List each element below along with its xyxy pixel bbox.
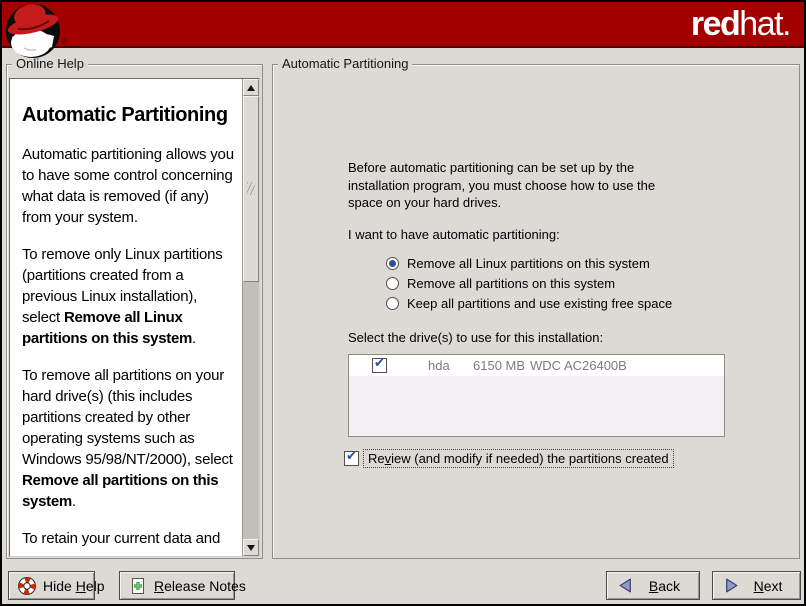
- review-label-pre: Re: [368, 451, 385, 466]
- lifebuoy-icon: [17, 576, 37, 596]
- radio-option[interactable]: Remove all partitions on this system: [386, 273, 672, 293]
- back-label: Back: [640, 578, 689, 594]
- scroll-down-arrow-icon[interactable]: [243, 539, 259, 556]
- next-label: Next: [746, 578, 790, 594]
- help-paragraph: Automatic partitioning allows you to hav…: [22, 144, 239, 228]
- hide-help-button[interactable]: Hide Help: [8, 571, 95, 600]
- main-frame-label: Automatic Partitioning: [278, 56, 412, 71]
- redhat-wordmark: redhat.: [691, 5, 790, 44]
- help-p1: Automatic partitioning allows you to hav…: [22, 146, 234, 226]
- review-checkbox[interactable]: [344, 451, 359, 466]
- help-p3-end: .: [72, 493, 76, 510]
- help-paragraph: To remove only Linux partitions (partiti…: [22, 244, 239, 349]
- partitioning-radio-group: Remove all Linux partitions on this syst…: [386, 253, 672, 313]
- help-paragraph-clipped: To retain your current data and: [22, 528, 239, 549]
- brand-rest: hat.: [739, 5, 790, 43]
- hide-help-label: Hide Help: [43, 578, 105, 594]
- redhat-shadowman-logo-icon: [5, 3, 61, 59]
- radio-unselected-icon[interactable]: [386, 277, 399, 290]
- help-title: Automatic Partitioning: [22, 105, 239, 126]
- release-notes-button[interactable]: Release Notes: [119, 571, 235, 600]
- help-content-area: Automatic Partitioning Automatic partiti…: [9, 78, 260, 557]
- scroll-up-arrow-icon[interactable]: [243, 79, 259, 96]
- drive-device: hda: [428, 358, 450, 373]
- scrollbar-grip-icon: [247, 182, 255, 195]
- online-help-panel: Online Help Automatic Partitioning Autom…: [6, 64, 263, 559]
- help-p4: To retain your current data and: [22, 530, 220, 547]
- registered-trademark: ®: [62, 37, 68, 46]
- help-p3-pre: To remove all partitions on your hard dr…: [22, 367, 233, 468]
- drive-size: 6150 MB: [473, 358, 525, 373]
- next-button[interactable]: Next: [712, 571, 801, 600]
- question-text: I want to have automatic partitioning:: [348, 227, 560, 242]
- review-checkbox-label[interactable]: Review (and modify if needed) the partit…: [363, 449, 674, 468]
- header-bar: redhat.: [2, 2, 804, 48]
- automatic-partitioning-panel: Automatic Partitioning Before automatic …: [272, 64, 800, 559]
- radio-option[interactable]: Keep all partitions and use existing fre…: [386, 293, 672, 313]
- review-label-post: iew (and modify if needed) the partition…: [391, 451, 669, 466]
- radio-option[interactable]: Remove all Linux partitions on this syst…: [386, 253, 672, 273]
- footer-bar: Hide Help Release Notes Back: [2, 560, 804, 604]
- scrollbar-thumb[interactable]: [243, 96, 259, 282]
- drive-row[interactable]: hda 6150 MB WDC AC26400B: [349, 355, 724, 376]
- drive-model: WDC AC26400B: [530, 358, 627, 373]
- radio-option-label: Remove all partitions on this system: [407, 276, 615, 291]
- installer-window: redhat. ® Online Help Automatic Partitio…: [0, 0, 806, 606]
- release-notes-label: Release Notes: [154, 578, 246, 594]
- drive-checkbox[interactable]: [372, 358, 387, 373]
- help-p3-bold: Remove all partitions on this system: [22, 472, 218, 510]
- next-arrow-icon: [723, 577, 740, 594]
- radio-option-label: Keep all partitions and use existing fre…: [407, 296, 672, 311]
- radio-option-label: Remove all Linux partitions on this syst…: [407, 256, 650, 271]
- intro-text: Before automatic partitioning can be set…: [348, 159, 670, 212]
- help-text: Automatic Partitioning Automatic partiti…: [10, 79, 242, 556]
- back-arrow-icon: [617, 577, 634, 594]
- radio-unselected-icon[interactable]: [386, 297, 399, 310]
- help-p2-end: .: [192, 330, 196, 347]
- review-checkbox-row[interactable]: Review (and modify if needed) the partit…: [344, 449, 674, 468]
- release-notes-icon: [128, 576, 148, 596]
- back-button[interactable]: Back: [606, 571, 700, 600]
- help-paragraph: To remove all partitions on your hard dr…: [22, 365, 239, 512]
- drives-label: Select the drive(s) to use for this inst…: [348, 330, 603, 345]
- radio-selected-icon[interactable]: [386, 257, 399, 270]
- brand-bold: red: [691, 5, 739, 43]
- drive-table: hda 6150 MB WDC AC26400B: [348, 354, 725, 437]
- help-scrollbar[interactable]: [242, 79, 259, 556]
